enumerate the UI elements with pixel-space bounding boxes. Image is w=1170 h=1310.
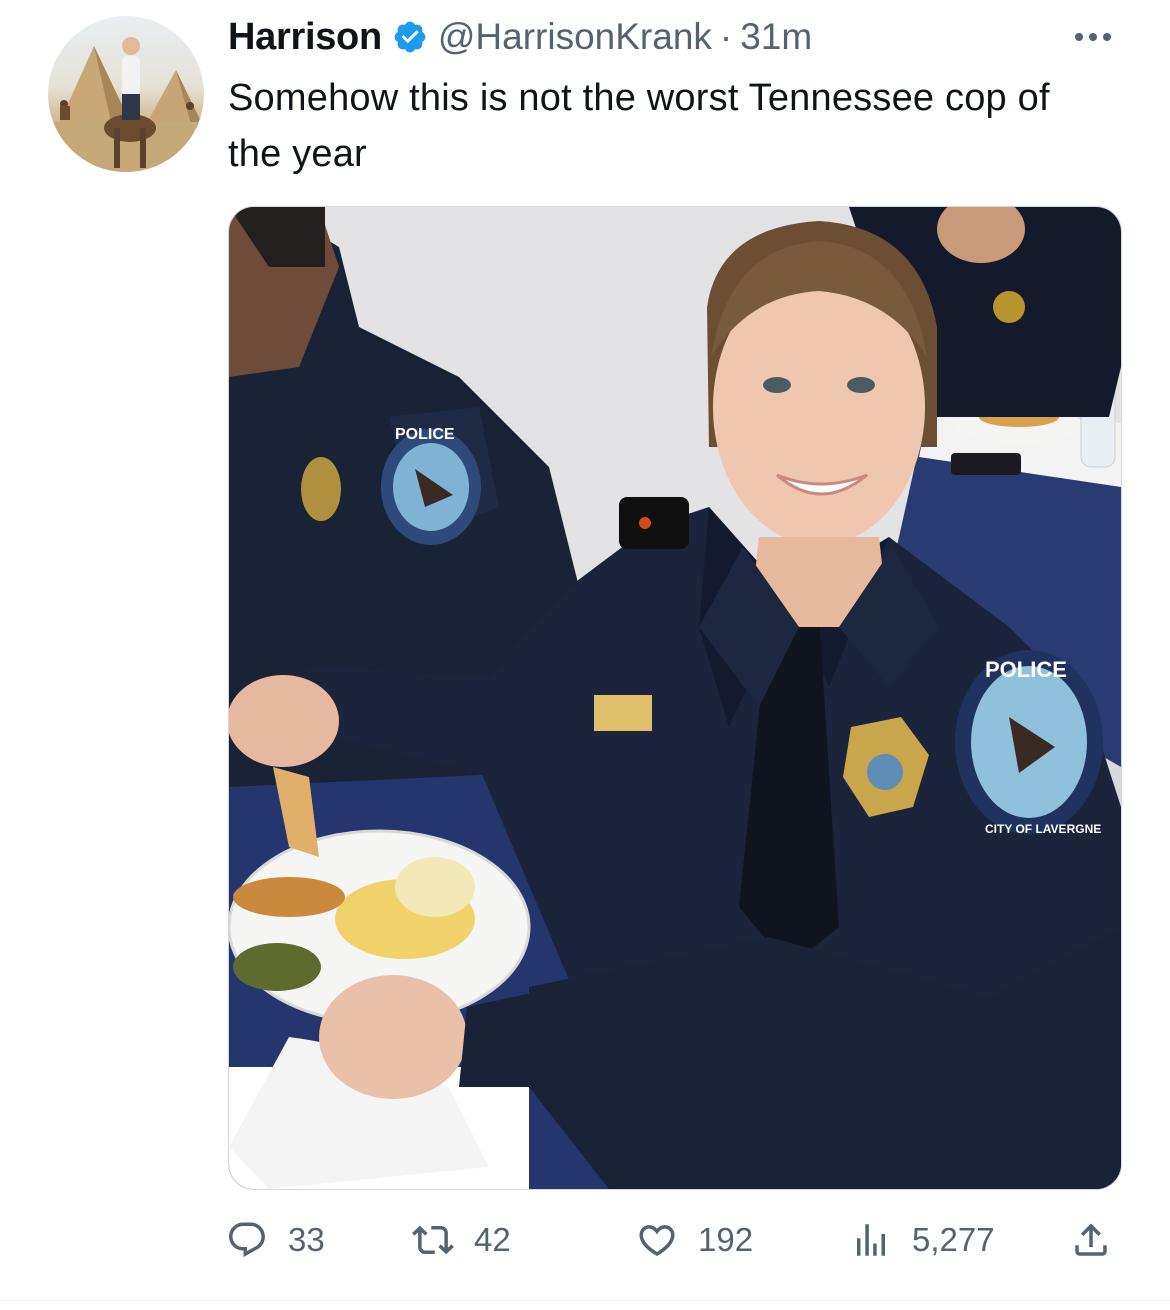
verified-badge-icon [392, 19, 428, 55]
views-button[interactable]: 5,277 [850, 1208, 995, 1272]
like-count: 192 [698, 1221, 754, 1258]
avatar[interactable] [48, 16, 204, 172]
heart-icon [639, 1225, 675, 1257]
divider [0, 1300, 1170, 1301]
patch-text-right: POLICE [985, 657, 1067, 682]
views-chart-icon [857, 1224, 885, 1256]
author-name[interactable]: Harrison [228, 16, 382, 59]
views-count: 5,277 [912, 1221, 995, 1258]
separator-dot: · [719, 16, 733, 57]
reply-button[interactable]: 33 [226, 1208, 325, 1272]
patch-text-left: POLICE [395, 426, 455, 443]
timestamp[interactable]: 31m [740, 16, 812, 58]
like-button[interactable]: 192 [636, 1208, 753, 1272]
share-icon [1075, 1223, 1107, 1256]
retweet-button[interactable]: 42 [412, 1208, 511, 1272]
share-button[interactable] [1070, 1208, 1132, 1272]
tweet-media-photo[interactable]: POLICE POLICE CITY OF LAVERGNE [228, 206, 1122, 1190]
tweet-header: Harrison @HarrisonKrank · 31m [228, 12, 812, 62]
more-options-icon[interactable] [1070, 22, 1116, 52]
avatar-image [48, 37, 204, 172]
reply-count: 33 [288, 1221, 325, 1258]
retweet-count: 42 [474, 1221, 511, 1258]
patch-text-city: CITY OF LAVERGNE [985, 822, 1101, 836]
tweet-action-bar: 33 42 192 5,277 [226, 1208, 1126, 1272]
reply-icon [229, 1222, 265, 1257]
author-handle[interactable]: @HarrisonKrank [438, 16, 712, 58]
retweet-icon [412, 1225, 454, 1255]
photo-illustration: POLICE POLICE CITY OF LAVERGNE [229, 207, 1121, 1189]
tweet-text: Somehow this is not the worst Tennessee … [228, 77, 1050, 175]
